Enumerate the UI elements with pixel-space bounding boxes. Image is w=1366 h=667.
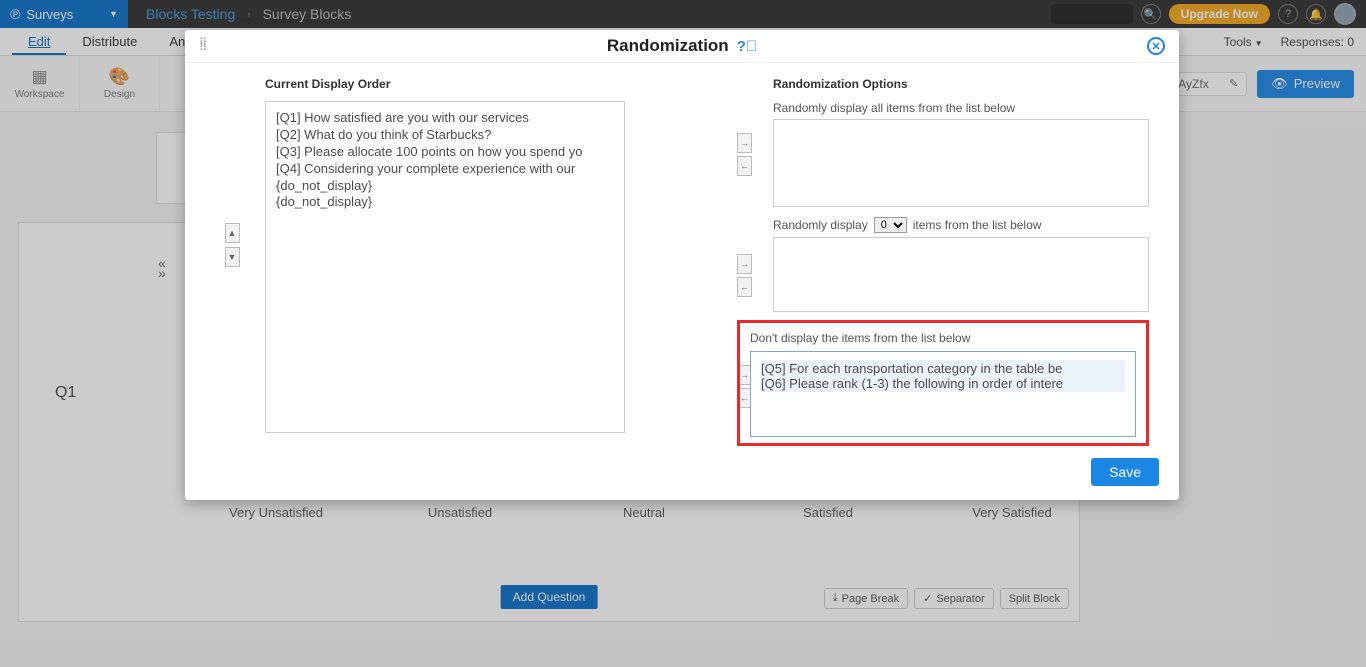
list-item[interactable]: [Q1] How satisfied are you with our serv… [276,110,614,127]
move-left-button[interactable]: ← [737,156,752,176]
randomization-options-header: Randomization Options [773,77,1149,91]
move-right-button[interactable]: → [737,254,752,274]
dialog-header: ⠿⠿ Randomization ?⃝ ✕ [185,30,1179,63]
randomize-all-list[interactable] [773,119,1149,207]
list-item[interactable]: [Q5] For each transportation category in… [761,361,1125,376]
randomize-count-select[interactable]: 0 [874,217,907,233]
dont-display-section: Don't display the items from the list be… [737,320,1149,446]
randomize-all-label: Randomly display all items from the list… [773,101,1149,115]
dialog-body: ▲ ▼ Current Display Order [Q1] How satis… [185,63,1179,454]
randomization-dialog: ⠿⠿ Randomization ?⃝ ✕ ▲ ▼ Current Displa… [185,30,1179,500]
randomize-some-suffix: items from the list below [913,218,1042,232]
modal-overlay[interactable]: ⠿⠿ Randomization ?⃝ ✕ ▲ ▼ Current Displa… [0,0,1366,667]
dialog-footer: Save [185,448,1179,500]
close-button[interactable]: ✕ [1147,37,1165,55]
current-order-header: Current Display Order [265,77,625,91]
dialog-title: Randomization [607,36,729,56]
move-down-button[interactable]: ▼ [225,247,240,267]
move-up-button[interactable]: ▲ [225,223,240,243]
dont-display-list[interactable]: [Q5] For each transportation category in… [750,351,1136,437]
move-right-button[interactable]: → [737,133,752,153]
drag-handle-icon[interactable]: ⠿⠿ [199,41,204,51]
current-order-list[interactable]: [Q1] How satisfied are you with our serv… [265,101,625,433]
list-item[interactable]: {do_not_display} [276,178,614,195]
reorder-controls: ▲ ▼ [215,77,249,446]
list-item[interactable]: [Q2] What do you think of Starbucks? [276,127,614,144]
list-item[interactable]: [Q4] Considering your complete experienc… [276,161,614,178]
save-button[interactable]: Save [1091,458,1159,486]
move-left-button[interactable]: ← [737,277,752,297]
randomize-some-prefix: Randomly display [773,218,868,232]
dont-display-label: Don't display the items from the list be… [750,331,1136,345]
help-icon[interactable]: ?⃝ [737,38,757,55]
list-item[interactable]: {do_not_display} [276,194,614,211]
randomize-some-list[interactable] [773,237,1149,312]
list-item[interactable]: [Q6] Please rank (1-3) the following in … [761,376,1125,391]
list-item[interactable]: [Q3] Please allocate 100 points on how y… [276,144,614,161]
